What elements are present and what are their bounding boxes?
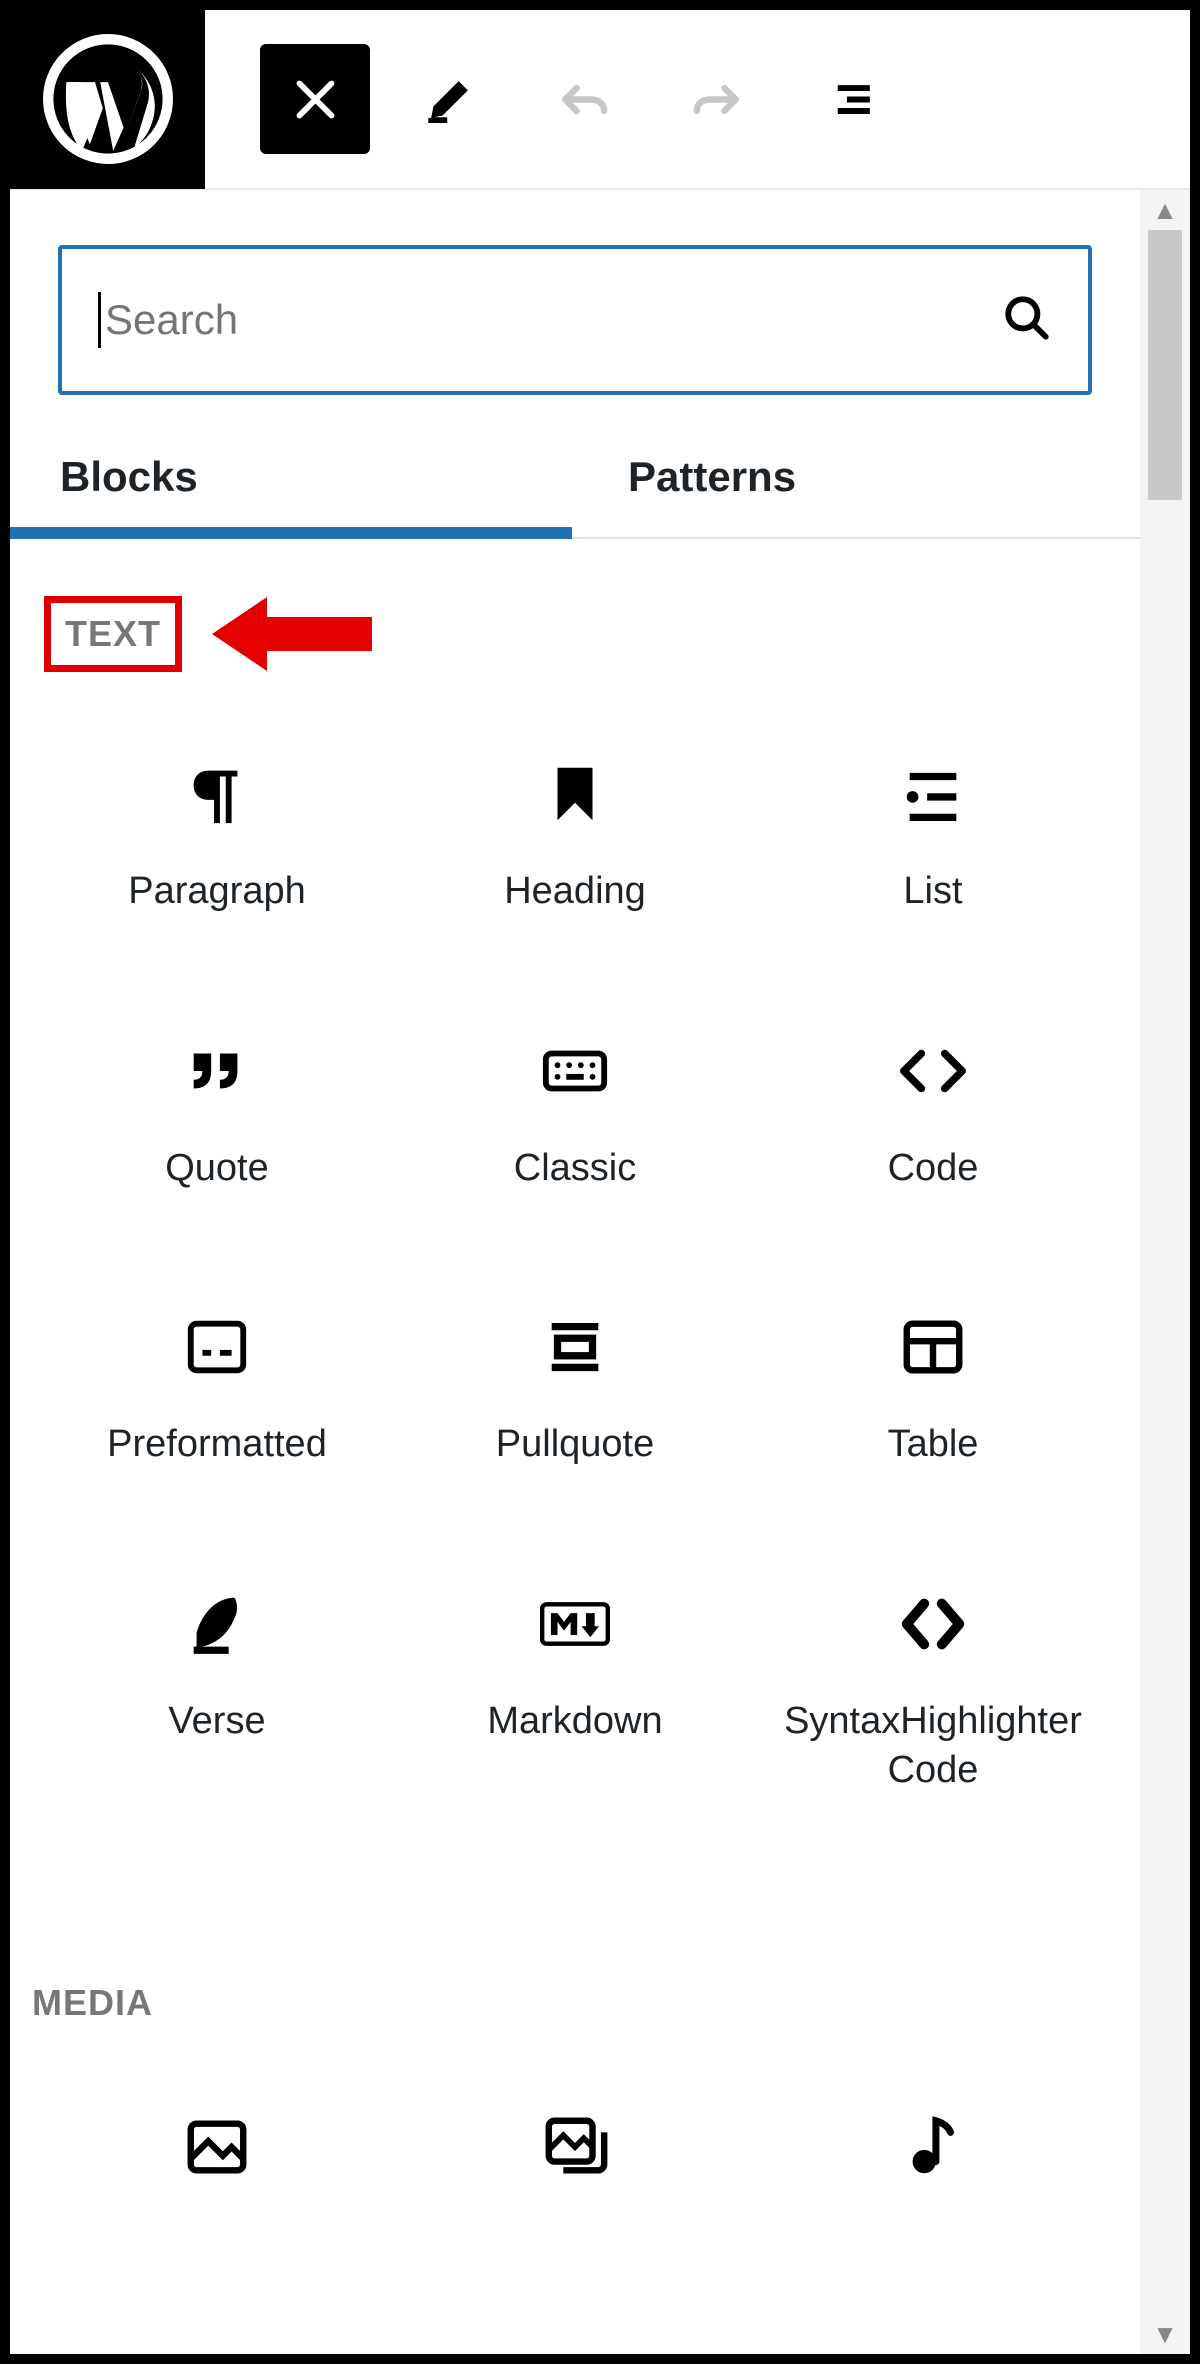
annotation-arrow xyxy=(212,589,372,679)
block-list[interactable]: List xyxy=(754,729,1112,936)
toolbar-buttons xyxy=(205,44,906,154)
block-paragraph[interactable]: Paragraph xyxy=(38,729,396,936)
block-heading[interactable]: Heading xyxy=(396,729,754,936)
code-bold-icon xyxy=(898,1579,968,1669)
top-toolbar xyxy=(10,10,1190,190)
block-grid-text: Paragraph Heading xyxy=(10,689,1140,1814)
category-header-text: TEXT xyxy=(10,539,1140,689)
wordpress-logo[interactable] xyxy=(10,9,205,189)
block-label: Markdown xyxy=(487,1697,662,1746)
search-input[interactable] xyxy=(105,249,1002,391)
pullquote-icon xyxy=(540,1302,610,1392)
block-label: Heading xyxy=(504,867,646,916)
scrollbar-thumb[interactable] xyxy=(1148,230,1182,500)
scroll-up-arrow-icon[interactable]: ▲ xyxy=(1140,190,1190,230)
image-icon xyxy=(182,2102,252,2192)
block-syntaxhighlighter[interactable]: SyntaxHighlighter Code xyxy=(754,1559,1112,1814)
block-quote[interactable]: Quote xyxy=(38,1006,396,1213)
category-label-text: TEXT xyxy=(44,596,182,672)
block-verse[interactable]: Verse xyxy=(38,1559,396,1814)
block-table[interactable]: Table xyxy=(754,1282,1112,1489)
scroll-down-arrow-icon[interactable]: ▼ xyxy=(1140,2314,1190,2354)
keyboard-icon xyxy=(540,1026,610,1116)
block-label: Quote xyxy=(165,1144,269,1193)
list-icon xyxy=(898,749,968,839)
search-box[interactable] xyxy=(58,245,1092,395)
block-label: Paragraph xyxy=(128,867,305,916)
block-label: Table xyxy=(888,1420,979,1469)
block-grid-media xyxy=(10,2042,1140,2240)
block-gallery[interactable] xyxy=(396,2082,754,2240)
block-preformatted[interactable]: Preformatted xyxy=(38,1282,396,1489)
block-image[interactable] xyxy=(38,2082,396,2240)
code-icon xyxy=(898,1026,968,1116)
close-inserter-button[interactable] xyxy=(260,44,370,154)
block-pullquote[interactable]: Pullquote xyxy=(396,1282,754,1489)
markdown-icon xyxy=(540,1579,610,1669)
undo-button[interactable] xyxy=(528,44,638,154)
quote-icon xyxy=(182,1026,252,1116)
block-classic[interactable]: Classic xyxy=(396,1006,754,1213)
category-header-media: MEDIA xyxy=(10,1924,1140,2042)
close-icon xyxy=(288,72,343,127)
search-icon xyxy=(1002,293,1052,348)
inserter-panel: Blocks Patterns TEXT Paragraph xyxy=(10,190,1140,2354)
pilcrow-icon xyxy=(182,749,252,839)
redo-icon xyxy=(690,72,745,127)
redo-button[interactable] xyxy=(662,44,772,154)
wordpress-icon xyxy=(43,34,173,164)
details-button[interactable] xyxy=(796,44,906,154)
feather-icon xyxy=(182,1579,252,1669)
text-caret xyxy=(98,292,101,348)
block-label: List xyxy=(903,867,962,916)
block-label: Preformatted xyxy=(107,1420,327,1469)
block-label: Pullquote xyxy=(496,1420,654,1469)
vertical-scrollbar[interactable]: ▲ ▼ xyxy=(1140,190,1190,2354)
search-wrap xyxy=(10,190,1140,425)
bookmark-icon xyxy=(540,749,610,839)
preformatted-icon xyxy=(182,1302,252,1392)
inserter-tabs: Blocks Patterns xyxy=(10,425,1140,539)
edit-button[interactable] xyxy=(394,44,504,154)
category-label-media: MEDIA xyxy=(32,1974,153,2032)
details-icon xyxy=(824,72,879,127)
block-audio[interactable] xyxy=(754,2082,1112,2240)
tab-patterns[interactable]: Patterns xyxy=(572,425,1140,537)
block-label: Code xyxy=(888,1144,979,1193)
table-icon xyxy=(898,1302,968,1392)
inserter-body: Blocks Patterns TEXT Paragraph xyxy=(10,190,1190,2354)
editor-frame: Blocks Patterns TEXT Paragraph xyxy=(0,0,1200,2364)
block-code[interactable]: Code xyxy=(754,1006,1112,1213)
block-markdown[interactable]: Markdown xyxy=(396,1559,754,1814)
block-label: Verse xyxy=(168,1697,265,1746)
block-label: Classic xyxy=(514,1144,636,1193)
tab-blocks[interactable]: Blocks xyxy=(10,425,572,537)
audio-icon xyxy=(898,2102,968,2192)
gallery-icon xyxy=(540,2102,610,2192)
undo-icon xyxy=(556,72,611,127)
block-label: SyntaxHighlighter Code xyxy=(764,1697,1102,1794)
pencil-icon xyxy=(422,72,477,127)
